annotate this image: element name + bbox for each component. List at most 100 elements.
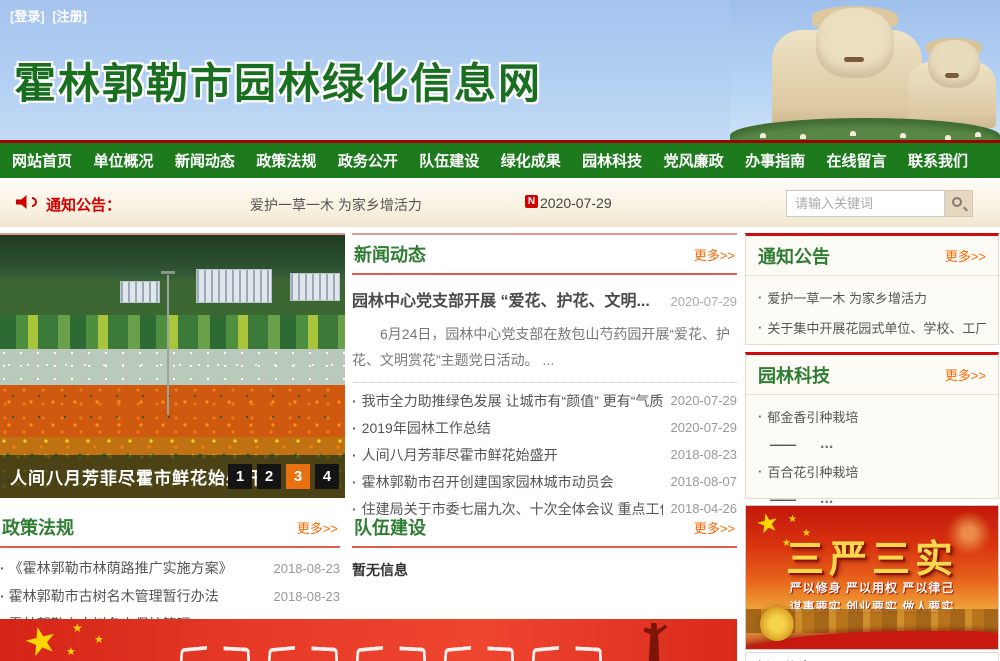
policy-date: 2018-08-23	[274, 561, 341, 576]
banner-calligraphy-strokes	[180, 647, 602, 661]
nav-item-tech[interactable]: 园林科技	[582, 150, 642, 171]
team-panel-title: 队伍建设	[354, 514, 426, 540]
login-link[interactable]: [登录]	[10, 9, 45, 24]
statue-small-head	[928, 40, 980, 88]
nav-item-guide[interactable]: 办事指南	[745, 150, 805, 171]
featured-news-summary: 6月24日，园林中心党支部在敖包山芍药园开展“爱花、护花、文明赏花”主题党日活动…	[352, 321, 737, 373]
nav-item-party[interactable]: 党风廉政	[664, 150, 724, 171]
right-bottom-panel: 暂无信息	[745, 652, 999, 661]
nav-item-policy[interactable]: 政策法规	[256, 150, 316, 171]
notice-link[interactable]: 爱护一草一木 为家乡增活力	[767, 288, 927, 307]
nav-item-news[interactable]: 新闻动态	[175, 150, 235, 171]
nav-item-contact[interactable]: 联系我们	[908, 150, 968, 171]
yurt-dots	[760, 133, 766, 138]
news-date: 2018-08-07	[671, 474, 738, 489]
flag-star-icon: ★	[66, 645, 76, 658]
nav-item-home[interactable]: 网站首页	[12, 150, 72, 171]
soldier-statue-graphic	[641, 623, 667, 661]
news-more-link[interactable]: 更多>>	[694, 245, 735, 264]
news-link[interactable]: 我市全力助推绿色发展 让城市有“颜值” 更有“气质”	[362, 391, 663, 411]
nav-item-gov-affairs[interactable]: 政务公开	[338, 150, 398, 171]
flag-star-icon: ★	[19, 619, 63, 661]
news-link[interactable]: 2019年园林工作总结	[362, 418, 663, 438]
slider-pagination: 1 2 3 4	[228, 464, 339, 489]
site-title: 霍林郭勒市园林绿化信息网	[14, 50, 542, 111]
slider-image-white-flowers	[0, 349, 345, 385]
party-emblem-icon	[760, 607, 794, 641]
tech-sidebox-title: 园林科技	[758, 362, 830, 388]
notice-list-item: · 关于集中开展花园式单位、学校、工厂...	[758, 312, 986, 342]
news-list-item: · 我市全力助推绿色发展 让城市有“颜值” 更有“气质” 2020-07-29	[352, 387, 737, 414]
policy-panel-title: 政策法规	[2, 514, 74, 540]
featured-news-title[interactable]: 园林中心党支部开展 “爱花、护花、文明...	[352, 287, 650, 311]
notices-sidebox: 通知公告 更多>> · 爱护一草一木 为家乡增活力 · 关于集中开展花园式单位、…	[745, 233, 999, 345]
policy-link[interactable]: 霍林郭勒市古树名木管理暂行办法	[9, 586, 274, 606]
slider-page-1[interactable]: 1	[228, 464, 252, 489]
sysj-banner-title: 三严三实	[746, 528, 998, 583]
site-header: [登录] [注册] 霍林郭勒市园林绿化信息网	[0, 0, 1000, 140]
policy-more-link[interactable]: 更多>>	[297, 518, 338, 537]
search-input[interactable]	[786, 190, 945, 217]
team-empty-text: 暂无信息	[352, 560, 737, 580]
new-badge-icon: N	[525, 195, 538, 208]
divider	[352, 273, 737, 275]
slider-image-trees	[0, 315, 345, 349]
news-date: 2020-07-29	[671, 393, 738, 408]
news-panel: 新闻动态 更多>> 园林中心党支部开展 “爱花、护花、文明... 2020-07…	[352, 233, 737, 499]
notice-marquee-link[interactable]: 爱护一草一木 为家乡增活力	[250, 195, 422, 215]
statue-detail	[844, 57, 864, 62]
news-date: 2020-07-29	[671, 420, 738, 435]
register-link[interactable]: [注册]	[52, 9, 87, 24]
sysj-banner-line1: 严以修身 严以用权 严以律己	[746, 579, 998, 596]
sysj-banner-image[interactable]: ★ ★ ★ ★ 三严三实 严以修身 严以用权 严以律己 谋事要实 创业要实 做人…	[745, 505, 999, 650]
nav-item-about[interactable]: 单位概况	[93, 150, 153, 171]
photo-slider[interactable]: 人间八月芳菲尽霍市鲜花始盛开 1 2 3 4	[0, 233, 345, 498]
news-link[interactable]: 霍林郭勒市召开创建国家园林城市动员会	[362, 472, 663, 492]
page: [登录] [注册] 霍林郭勒市园林绿化信息网 网站首页 单位概况 新闻动态 政策…	[0, 0, 1000, 661]
slider-caption[interactable]: 人间八月芳菲尽霍市鲜花始盛开	[0, 464, 262, 489]
notice-link[interactable]: 关于集中开展花园式单位、学校、工厂...	[767, 318, 986, 337]
notices-more-link[interactable]: 更多>>	[945, 246, 986, 265]
news-panel-title: 新闻动态	[354, 241, 426, 267]
news-list: · 我市全力助推绿色发展 让城市有“颜值” 更有“气质” 2020-07-29 …	[352, 387, 737, 522]
search-box	[786, 190, 973, 217]
policy-date: 2018-08-23	[274, 589, 341, 604]
slider-page-2[interactable]: 2	[257, 464, 281, 489]
notice-list-item: · 爱护一草一木 为家乡增活力	[758, 282, 986, 312]
tech-more-link[interactable]: 更多>>	[945, 365, 986, 384]
slider-page-3-active[interactable]: 3	[286, 464, 310, 489]
nav-item-team[interactable]: 队伍建设	[419, 150, 479, 171]
news-link[interactable]: 人间八月芳菲尽霍市鲜花始盛开	[362, 445, 663, 465]
search-button[interactable]	[945, 190, 973, 217]
policy-link[interactable]: 《霍林郭勒市林荫路推广实施方案》	[9, 558, 274, 578]
featured-news-date: 2020-07-29	[671, 294, 738, 309]
auth-links: [登录] [注册]	[10, 6, 91, 25]
divider	[352, 546, 737, 548]
slider-image-orange-flowers	[0, 385, 345, 437]
nav-item-message[interactable]: 在线留言	[827, 150, 887, 171]
notice-date: 2020-07-29	[540, 195, 612, 211]
notice-label: 通知公告：	[46, 194, 121, 215]
news-list-item: · 人间八月芳菲尽霍市鲜花始盛开 2018-08-23	[352, 441, 737, 468]
slider-image-sprinkler	[167, 275, 169, 415]
team-more-link[interactable]: 更多>>	[694, 518, 735, 537]
tech-item-subline: —— ...	[758, 431, 986, 456]
notice-bar: 通知公告： 爱护一草一木 为家乡增活力 N 2020-07-29	[0, 178, 1000, 227]
policy-list-item: · 《霍林郭勒市林荫路推广实施方案》 2018-08-23	[0, 554, 340, 582]
policy-list-item: · 霍林郭勒市古树名木管理暂行办法 2018-08-23	[0, 582, 340, 610]
tech-sidebox: 园林科技 更多>> · 郁金香引种栽培 —— ... · 百合花引种栽培 —— …	[745, 352, 999, 499]
bottom-banner-image: ★ ★ ★ ★	[0, 619, 737, 661]
divider	[352, 382, 737, 383]
star-icon: ★	[788, 514, 797, 525]
statue-large-head	[816, 8, 894, 78]
news-list-item: · 霍林郭勒市召开创建国家园林城市动员会 2018-08-07	[352, 468, 737, 495]
news-date: 2018-08-23	[671, 447, 738, 462]
news-list-item: · 2019年园林工作总结 2020-07-29	[352, 414, 737, 441]
nav-item-greening[interactable]: 绿化成果	[501, 150, 561, 171]
tech-link[interactable]: 郁金香引种栽培	[767, 407, 858, 426]
tech-link[interactable]: 百合花引种栽培	[767, 462, 858, 481]
speaker-icon	[16, 195, 37, 209]
tech-list-item: · 郁金香引种栽培	[758, 401, 986, 431]
slider-page-4[interactable]: 4	[315, 464, 339, 489]
flag-star-icon: ★	[94, 633, 104, 646]
